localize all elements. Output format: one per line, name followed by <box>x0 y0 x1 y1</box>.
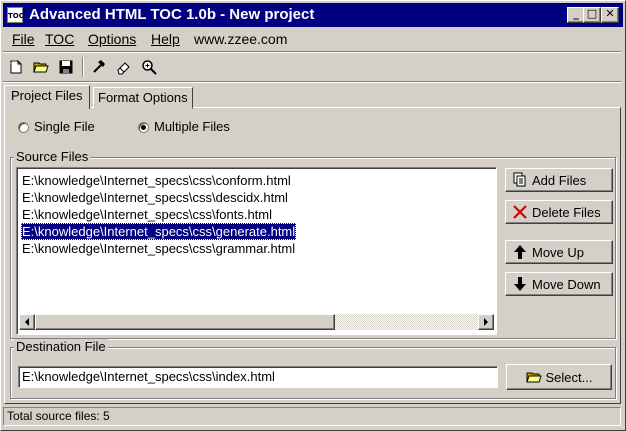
hammer-icon[interactable] <box>88 56 110 78</box>
radio-selected-dot <box>141 125 146 130</box>
move-down-label: Move Down <box>532 276 601 292</box>
delete-files-label: Delete Files <box>532 204 601 220</box>
status-bar: Total source files: 5 <box>3 407 621 426</box>
destination-file-label: Destination File <box>14 339 108 354</box>
multiple-files-radio[interactable] <box>138 122 149 133</box>
new-document-icon[interactable] <box>5 56 27 78</box>
destination-file-input[interactable]: E:\knowledge\Internet_specs\css\index.ht… <box>18 366 498 388</box>
toolbar-separator <box>82 57 84 77</box>
list-item-selected[interactable]: E:\knowledge\Internet_specs\css\generate… <box>21 223 297 240</box>
menu-options[interactable]: Options <box>88 31 136 47</box>
title-bar[interactable]: TOC Advanced HTML TOC 1.0b - New project… <box>3 3 623 27</box>
magnifier-icon[interactable] <box>138 56 160 78</box>
source-files-list[interactable]: E:\knowledge\Internet_specs\css\conform.… <box>16 167 497 335</box>
list-item[interactable]: E:\knowledge\Internet_specs\css\fonts.ht… <box>21 206 273 223</box>
list-item[interactable]: E:\knowledge\Internet_specs\css\descidx.… <box>21 189 289 206</box>
multiple-files-label[interactable]: Multiple Files <box>154 119 230 134</box>
single-file-radio[interactable] <box>18 122 29 133</box>
menu-website[interactable]: www.zzee.com <box>194 31 287 47</box>
menu-file-label: File <box>12 31 35 47</box>
menu-toc-label: TOC <box>45 31 75 47</box>
arrow-up-icon <box>512 244 528 260</box>
app-icon[interactable]: TOC <box>7 7 24 23</box>
menu-file[interactable]: File <box>12 31 35 47</box>
add-files-icon <box>512 172 528 188</box>
scrollbar-thumb[interactable] <box>35 314 335 330</box>
menu-options-label: Options <box>88 31 137 47</box>
toolbar-separator-bottom <box>3 81 621 83</box>
arrow-left-icon <box>25 318 29 326</box>
maximize-button[interactable]: □ <box>583 7 601 23</box>
move-up-button[interactable]: Move Up <box>505 240 613 264</box>
select-label: Select... <box>545 369 593 385</box>
eraser-icon[interactable] <box>113 56 135 78</box>
move-down-button[interactable]: Move Down <box>505 272 613 296</box>
menu-help-label: Help <box>151 31 180 47</box>
move-up-label: Move Up <box>532 244 585 260</box>
tab-project-files[interactable]: Project Files <box>4 85 90 109</box>
radio-circle[interactable] <box>138 122 149 133</box>
menu-toc[interactable]: TOC <box>45 31 74 47</box>
open-folder-icon <box>525 369 542 385</box>
delete-files-button[interactable]: Delete Files <box>505 200 613 224</box>
add-files-button[interactable]: Add Files <box>505 168 613 192</box>
radio-circle[interactable] <box>18 122 29 133</box>
delete-x-icon <box>512 204 528 220</box>
scroll-right-button[interactable] <box>478 314 494 330</box>
window-title: Advanced HTML TOC 1.0b - New project <box>29 6 315 23</box>
arrow-down-icon <box>512 276 528 292</box>
list-item[interactable]: E:\knowledge\Internet_specs\css\conform.… <box>21 172 292 189</box>
close-button[interactable]: ✕ <box>601 7 619 23</box>
tab-format-options[interactable]: Format Options <box>93 87 193 109</box>
list-item[interactable]: E:\knowledge\Internet_specs\css\grammar.… <box>21 240 296 257</box>
arrow-right-icon <box>484 318 488 326</box>
save-disk-icon[interactable] <box>55 56 77 78</box>
menu-separator <box>3 51 621 53</box>
menu-help[interactable]: Help <box>151 31 180 47</box>
select-button[interactable]: Select... <box>506 364 612 390</box>
single-file-label[interactable]: Single File <box>34 119 95 134</box>
source-files-label: Source Files <box>14 149 91 164</box>
scroll-left-button[interactable] <box>19 314 35 330</box>
add-files-label: Add Files <box>532 172 587 188</box>
open-folder-icon[interactable] <box>30 56 52 78</box>
